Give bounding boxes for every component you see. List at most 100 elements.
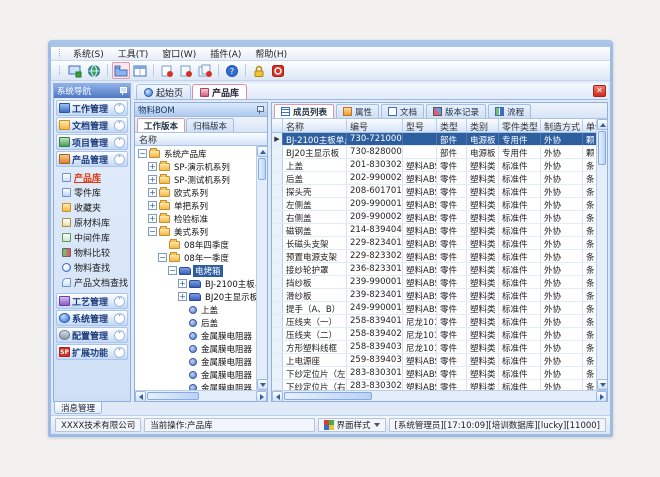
tree-node[interactable]: 金属膜电阻器 xyxy=(135,355,256,368)
expand-icon[interactable]: + xyxy=(148,162,157,171)
tree-node[interactable]: +BJ20主显示板 xyxy=(135,290,256,303)
menu-item[interactable]: 帮助(H) xyxy=(249,46,293,61)
column-header[interactable]: 编号 xyxy=(347,119,403,132)
pin-icon[interactable] xyxy=(256,106,264,114)
expand-icon[interactable]: + xyxy=(178,279,187,288)
table-row[interactable]: 长磁头支架229-823401-00X塑料ABS零件塑料类标准件外协条 xyxy=(272,237,596,250)
sidebar-item[interactable]: 收藏夹 xyxy=(60,200,128,215)
chevron-up-icon[interactable]: ˄ xyxy=(114,154,125,165)
expand-icon[interactable]: + xyxy=(178,292,187,301)
table-row[interactable]: 压线夹（二）258-839402-00X尼龙1010零件塑料类标准件外协条 xyxy=(272,328,596,341)
table-row[interactable]: 探头壳208-601701-01X塑料ABS零件塑料类标准件外协条 xyxy=(272,185,596,198)
bom-version-tab[interactable]: 归档版本 xyxy=(186,118,234,132)
table-row[interactable]: 预置电源支架229-823302-00X塑料ABS零件塑料类标准件外协条 xyxy=(272,250,596,263)
sidebar-group[interactable]: 项目管理˅ xyxy=(56,134,128,150)
collapse-icon[interactable]: − xyxy=(158,253,167,262)
tree-node[interactable]: +SP-演示机系列 xyxy=(135,160,256,173)
sidebar-item[interactable]: 物料比较 xyxy=(60,245,128,260)
menu-item[interactable]: 工具(T) xyxy=(112,46,155,61)
tree-node[interactable]: +检验标准 xyxy=(135,212,256,225)
sidebar-group[interactable]: 工艺管理˅ xyxy=(56,293,128,309)
tree-node[interactable]: +单把系列 xyxy=(135,199,256,212)
collapse-icon[interactable]: − xyxy=(148,227,157,236)
expand-icon[interactable]: + xyxy=(148,188,157,197)
tree-node[interactable]: 金属膜电阻器 xyxy=(135,381,256,390)
tree-node[interactable]: +BJ-2100主板单点 xyxy=(135,277,256,290)
tree-node[interactable]: +SP-测试机系列 xyxy=(135,173,256,186)
chevron-down-icon[interactable]: ˅ xyxy=(114,313,125,324)
column-header[interactable]: 类别 xyxy=(467,119,499,132)
sidebar-item[interactable]: 产品库 xyxy=(60,170,128,185)
sidebar-group[interactable]: 产品管理˄ xyxy=(56,151,128,167)
client-icon[interactable] xyxy=(66,62,84,79)
tree-node[interactable]: 08年四季度 xyxy=(135,238,256,251)
sidebar-item[interactable]: 物料查找 xyxy=(60,260,128,275)
tree-node[interactable]: −美式系列 xyxy=(135,225,256,238)
chevron-down-icon[interactable]: ˅ xyxy=(114,120,125,131)
table-row[interactable]: ▶BJ-2100主板单点730-721000-12X部件电源板专用件外协颗 xyxy=(272,133,596,146)
exit-icon[interactable] xyxy=(269,62,287,79)
column-header[interactable]: 名称 xyxy=(283,119,347,132)
members-tab[interactable]: 属性 xyxy=(336,104,379,118)
column-header[interactable]: 零件类型 xyxy=(499,119,541,132)
table-vertical-scrollbar[interactable] xyxy=(596,119,607,390)
chevron-down-icon[interactable]: ˅ xyxy=(114,296,125,307)
table-row[interactable]: 右侧盖209-990002-01X塑料ABS零件塑料类标准件外协条 xyxy=(272,211,596,224)
column-header[interactable]: 制造方式 xyxy=(541,119,583,132)
table-row[interactable]: 接纱轮护罩236-823301-00X塑料ABS零件塑料类标准件外协条 xyxy=(272,263,596,276)
table-row[interactable]: 左侧盖209-990001-01X塑料ABS零件塑料类标准件外协条 xyxy=(272,198,596,211)
document-tab[interactable]: 起始页 xyxy=(136,84,191,99)
chevron-down-icon[interactable]: ˅ xyxy=(114,103,125,114)
tree-node[interactable]: 金属膜电阻器 xyxy=(135,329,256,342)
tree-node[interactable]: −系统产品库 xyxy=(135,147,256,160)
table-row[interactable]: 下纱定位片（左）283-830301-00X塑料ABS零件塑料类标准件外协条 xyxy=(272,367,596,380)
expand-icon[interactable]: + xyxy=(148,201,157,210)
tree-horizontal-scrollbar[interactable] xyxy=(135,390,267,401)
tree-node[interactable]: +欧式系列 xyxy=(135,186,256,199)
menu-item[interactable]: 窗口(W) xyxy=(156,46,202,61)
table-row[interactable]: 压线夹（一）258-839401-00X尼龙1010零件塑料类标准件外协条 xyxy=(272,315,596,328)
table-row[interactable]: 挡纱板239-990001-01X塑料ABS零件塑料类标准件外协条 xyxy=(272,276,596,289)
table-row[interactable]: 上电源座259-839403-00X塑料ABS零件塑料类标准件外协条 xyxy=(272,354,596,367)
expand-icon[interactable]: + xyxy=(148,214,157,223)
tree-node[interactable]: 上盖 xyxy=(135,303,256,316)
tree-node[interactable]: 后盖 xyxy=(135,316,256,329)
sidebar-item[interactable]: 原材料库 xyxy=(60,215,128,230)
lock-icon[interactable] xyxy=(250,62,268,79)
sidebar-group[interactable]: SP扩展功能˅ xyxy=(56,344,128,360)
chevron-down-icon[interactable]: ˅ xyxy=(114,137,125,148)
open-folder-icon[interactable] xyxy=(112,62,130,79)
close-all-icon[interactable] xyxy=(196,62,214,79)
collapse-icon[interactable]: − xyxy=(168,266,177,275)
menu-item[interactable]: 插件(A) xyxy=(204,46,247,61)
members-tab[interactable]: 版本记录 xyxy=(426,104,486,118)
close-doc-icon[interactable] xyxy=(158,62,176,79)
window-grid-icon[interactable] xyxy=(131,62,149,79)
members-tab[interactable]: 流程 xyxy=(488,104,531,118)
tree-node[interactable]: 金属膜电阻器 xyxy=(135,342,256,355)
table-row[interactable]: 方形塑料线框258-839403-00X尼龙1010零件塑料类标准件外协条 xyxy=(272,341,596,354)
help-icon[interactable]: ? xyxy=(223,62,241,79)
members-tab[interactable]: 成员列表 xyxy=(274,104,334,118)
sidebar-group[interactable]: 工作管理˅ xyxy=(56,100,128,116)
tree-node[interactable]: −08年一季度 xyxy=(135,251,256,264)
pin-icon[interactable] xyxy=(119,87,127,95)
tree-node[interactable]: 金属膜电阻器 xyxy=(135,368,256,381)
column-header[interactable]: 类型 xyxy=(437,119,467,132)
members-tab[interactable]: 文档 xyxy=(381,104,424,118)
table-row[interactable]: 磁钢盖214-839404-01X塑料ABS零件塑料类标准件外协条 xyxy=(272,224,596,237)
ui-style-dropdown[interactable]: 界面样式 xyxy=(318,418,386,432)
table-row[interactable]: 提手（A、B）249-990001-01X塑料ABS零件塑料类标准件外协条 xyxy=(272,302,596,315)
column-header[interactable]: 型号 xyxy=(403,119,437,132)
menu-item[interactable]: 系统(S) xyxy=(67,46,110,61)
tree-column-header[interactable]: 名称 xyxy=(135,133,267,146)
sidebar-item[interactable]: 中间件库 xyxy=(60,230,128,245)
bom-version-tab[interactable]: 工作版本 xyxy=(137,118,185,132)
chevron-down-icon[interactable]: ˅ xyxy=(114,347,125,358)
document-tab[interactable]: 产品库 xyxy=(192,84,247,99)
table-row[interactable]: 后盖202-990002-01X塑料ABS零件塑料类标准件外协条 xyxy=(272,172,596,185)
chevron-down-icon[interactable]: ˅ xyxy=(114,330,125,341)
table-horizontal-scrollbar[interactable] xyxy=(272,390,607,401)
table-row[interactable]: 上盖201-830302-00X塑料ABS零件塑料类标准件外协条 xyxy=(272,159,596,172)
sidebar-group[interactable]: 配置管理˅ xyxy=(56,327,128,343)
